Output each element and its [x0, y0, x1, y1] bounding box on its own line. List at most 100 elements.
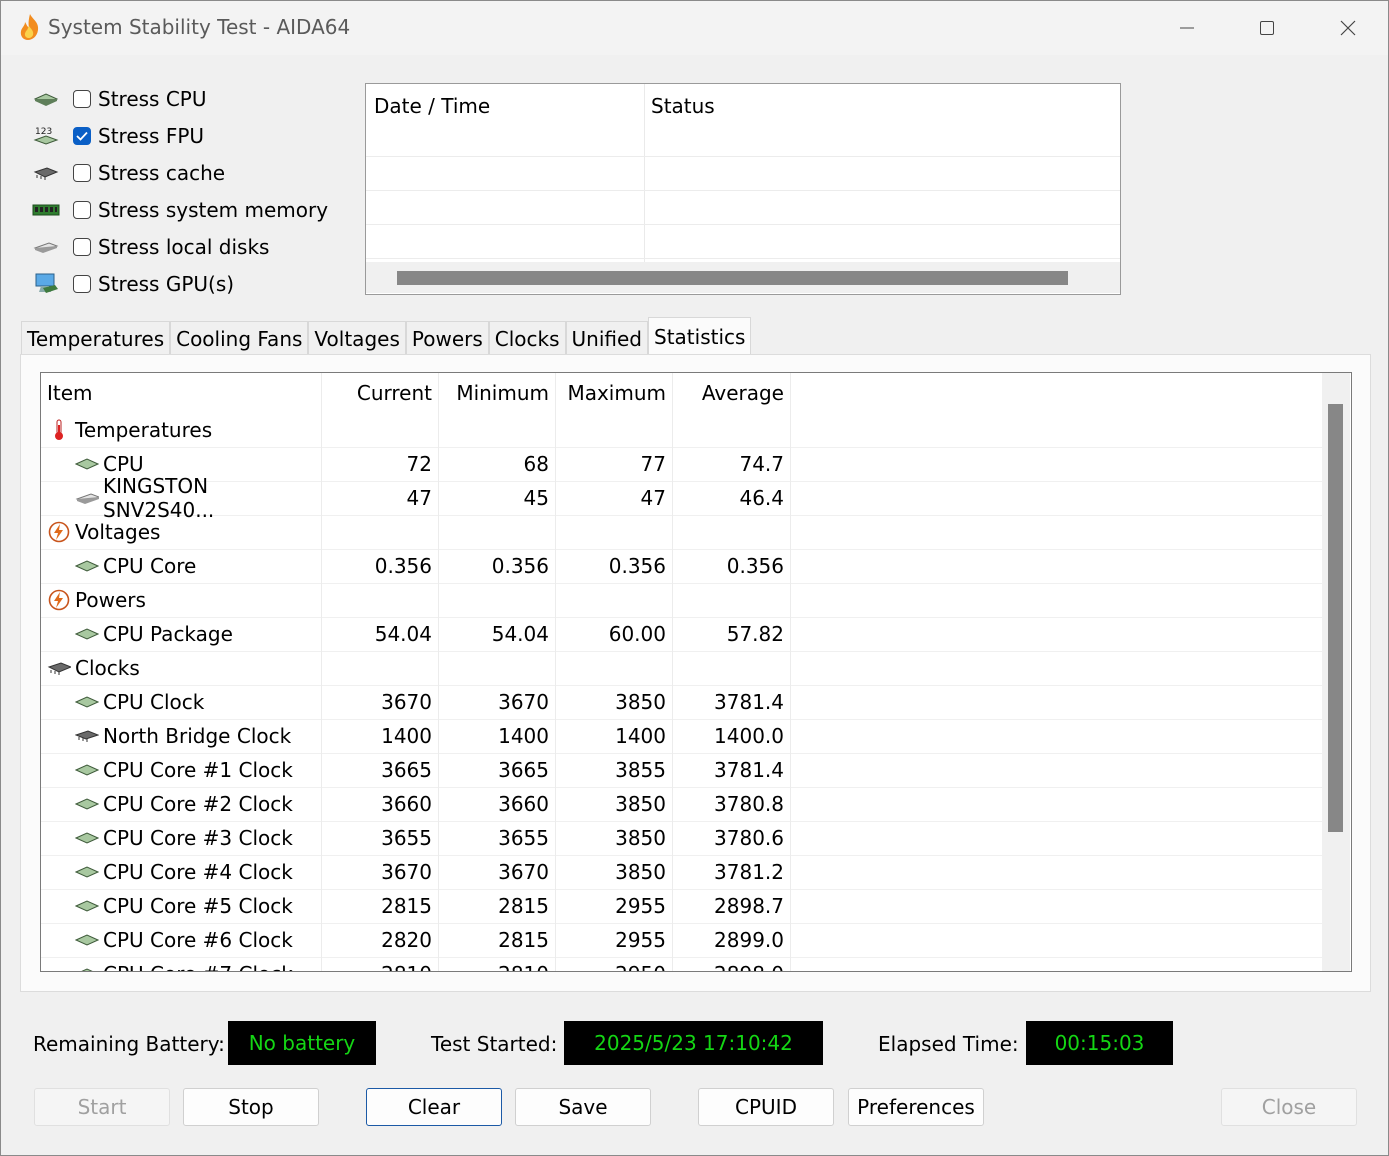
stress-fpu-option[interactable]: 123 Stress FPU: [31, 121, 331, 151]
row-current-cell: [322, 651, 439, 685]
row-maximum-cell: 3850: [556, 821, 673, 855]
tab-statistics[interactable]: Statistics: [648, 317, 752, 355]
log-row-divider: [366, 258, 1120, 259]
title-bar[interactable]: System Stability Test - AIDA64: [1, 1, 1388, 55]
column-header-current[interactable]: Current: [322, 373, 439, 413]
cpuid-button[interactable]: CPUID: [698, 1088, 834, 1126]
row-item-cell: CPU Core #7 Clock: [41, 957, 322, 971]
tab-clocks[interactable]: Clocks: [488, 321, 566, 355]
stop-button[interactable]: Stop: [183, 1088, 319, 1126]
log-header-datetime[interactable]: Date / Time: [366, 84, 490, 156]
column-header-minimum[interactable]: Minimum: [439, 373, 556, 413]
minimize-button[interactable]: [1147, 1, 1227, 55]
row-minimum-cell: [439, 651, 556, 685]
tab-temperatures[interactable]: Temperatures: [21, 321, 171, 355]
stress-cpu-option[interactable]: Stress CPU: [31, 84, 331, 114]
table-group-row[interactable]: Temperatures: [41, 413, 1323, 448]
stress-memory-option[interactable]: Stress system memory: [31, 195, 331, 225]
row-item-label: CPU Core #3 Clock: [103, 826, 293, 850]
save-button[interactable]: Save: [515, 1088, 651, 1126]
log-header-status[interactable]: Status: [643, 84, 715, 156]
row-item-cell: CPU Clock: [41, 685, 322, 719]
event-log-table[interactable]: Date / Time Status: [365, 83, 1121, 295]
row-current-cell: 3665: [322, 753, 439, 787]
svg-text:123: 123: [35, 127, 52, 137]
row-average-cell: [673, 583, 791, 617]
stress-cache-option[interactable]: Stress cache: [31, 158, 331, 188]
tab-cooling-fans[interactable]: Cooling Fans: [170, 321, 309, 355]
table-row[interactable]: CPU Core #5 Clock 2815 2815 2955 2898.7: [41, 889, 1323, 924]
table-row[interactable]: KINGSTON SNV2S40... 47 45 47 46.4: [41, 474, 1323, 522]
start-button[interactable]: Start: [34, 1088, 170, 1126]
row-item-cell: CPU Package: [41, 617, 322, 651]
stress-disks-option[interactable]: Stress local disks: [31, 232, 331, 262]
row-average-cell: 1400.0: [673, 719, 791, 753]
tab-powers[interactable]: Powers: [405, 321, 489, 355]
table-row[interactable]: CPU Core 0.356 0.356 0.356 0.356: [41, 549, 1323, 584]
table-row[interactable]: CPU Core #2 Clock 3660 3660 3850 3780.8: [41, 787, 1323, 822]
table-group-row[interactable]: Powers: [41, 583, 1323, 618]
cpu-chip-icon: [75, 692, 99, 712]
stress-gpu-option[interactable]: Stress GPU(s): [31, 269, 331, 299]
row-average-cell: 2898.7: [673, 889, 791, 923]
statistics-scrollbar-thumb[interactable]: [1328, 404, 1343, 832]
row-item-cell: Powers: [41, 583, 322, 617]
row-item-label: CPU Core #7 Clock: [103, 962, 293, 971]
tab-unified[interactable]: Unified: [565, 321, 648, 355]
row-minimum-cell: 3660: [439, 787, 556, 821]
log-row-divider: [366, 224, 1120, 225]
row-item-label: CPU Clock: [103, 690, 205, 714]
table-row[interactable]: CPU Package 54.04 54.04 60.00 57.82: [41, 617, 1323, 652]
row-item-label: Voltages: [75, 520, 161, 544]
row-current-cell: 54.04: [322, 617, 439, 651]
stress-disks-checkbox[interactable]: [73, 238, 91, 256]
stress-fpu-checkbox[interactable]: [73, 127, 91, 145]
statistics-table[interactable]: Item Current Minimum Maximum Average Tem…: [40, 372, 1352, 972]
stress-cpu-label: Stress CPU: [98, 87, 207, 111]
table-row[interactable]: CPU Clock 3670 3670 3850 3781.4: [41, 685, 1323, 720]
row-minimum-cell: [439, 515, 556, 549]
table-row[interactable]: CPU Core #6 Clock 2820 2815 2955 2899.0: [41, 923, 1323, 958]
table-row[interactable]: CPU Core #7 Clock2810281029502898.0: [41, 957, 1323, 971]
column-header-item[interactable]: Item: [41, 373, 322, 413]
table-row[interactable]: CPU Core #3 Clock 3655 3655 3850 3780.6: [41, 821, 1323, 856]
stress-memory-checkbox[interactable]: [73, 201, 91, 219]
maximize-button[interactable]: [1227, 1, 1307, 55]
stress-cpu-checkbox[interactable]: [73, 90, 91, 108]
row-current-cell: 2810: [322, 957, 439, 971]
row-average-cell: [673, 515, 791, 549]
table-group-row[interactable]: Clocks: [41, 651, 1323, 686]
row-item-cell: CPU Core #2 Clock: [41, 787, 322, 821]
log-scrollbar-thumb[interactable]: [397, 271, 1068, 285]
stress-fpu-label: Stress FPU: [98, 124, 205, 148]
thermometer-icon: [47, 419, 71, 440]
table-group-row[interactable]: Voltages: [41, 515, 1323, 550]
row-item-label: CPU Core #5 Clock: [103, 894, 293, 918]
close-window-button[interactable]: [1308, 1, 1388, 55]
stress-gpu-checkbox[interactable]: [73, 275, 91, 293]
row-item-label: CPU Core #2 Clock: [103, 792, 293, 816]
column-header-average[interactable]: Average: [673, 373, 791, 413]
row-maximum-cell: 2955: [556, 889, 673, 923]
row-minimum-cell: 0.356: [439, 549, 556, 583]
row-average-cell: 0.356: [673, 549, 791, 583]
row-current-cell: 1400: [322, 719, 439, 753]
row-current-cell: [322, 413, 439, 447]
fpu-123-icon: 123: [31, 126, 61, 146]
row-minimum-cell: 2810: [439, 957, 556, 971]
column-header-maximum[interactable]: Maximum: [556, 373, 673, 413]
row-item-cell: Temperatures: [41, 413, 322, 447]
tab-voltages[interactable]: Voltages: [308, 321, 406, 355]
log-row-divider: [366, 156, 1120, 157]
cpu-chip-icon: [75, 556, 99, 576]
row-maximum-cell: [556, 515, 673, 549]
stress-cache-checkbox[interactable]: [73, 164, 91, 182]
clock-chip-icon: [47, 658, 71, 678]
table-row[interactable]: CPU Core #4 Clock 3670 3670 3850 3781.2: [41, 855, 1323, 890]
row-current-cell: 47: [322, 481, 439, 515]
table-row[interactable]: CPU Core #1 Clock 3665 3665 3855 3781.4: [41, 753, 1323, 788]
table-row[interactable]: North Bridge Clock 1400 1400 1400 1400.0: [41, 719, 1323, 754]
preferences-button[interactable]: Preferences: [848, 1088, 984, 1126]
clear-button[interactable]: Clear: [366, 1088, 502, 1126]
close-button[interactable]: Close: [1221, 1088, 1357, 1126]
